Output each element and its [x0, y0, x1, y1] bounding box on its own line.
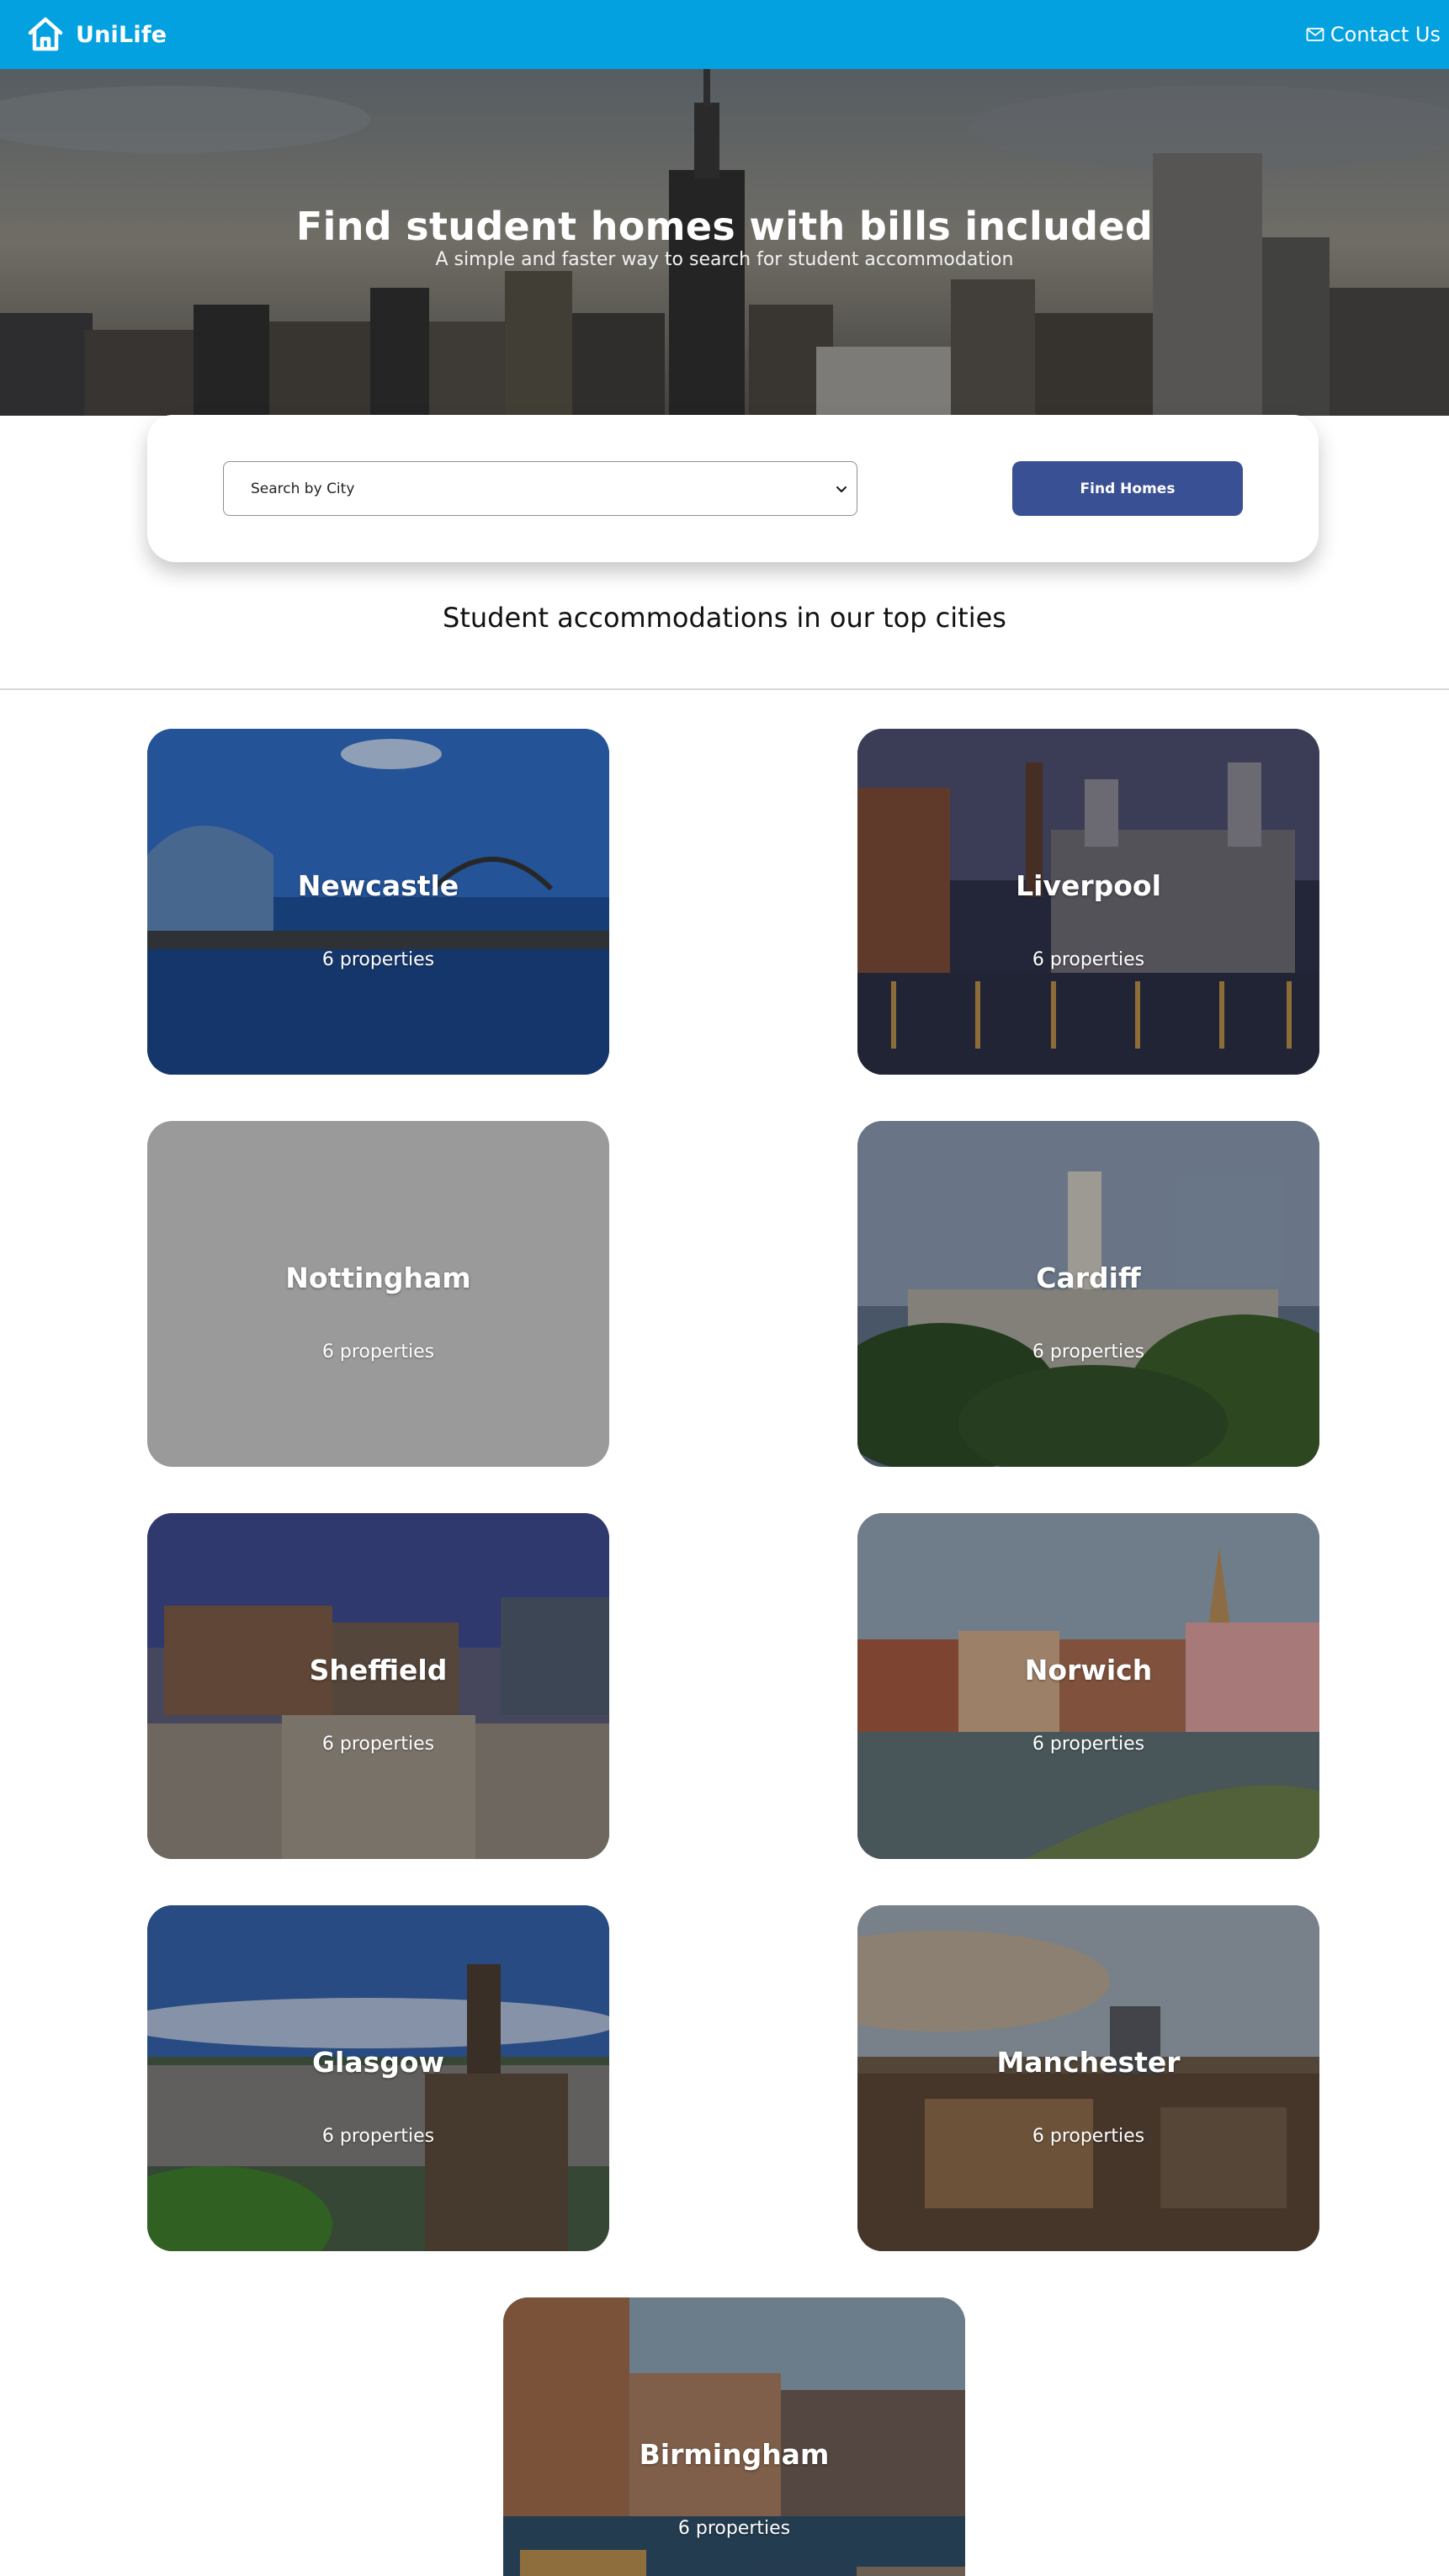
city-name: Sheffield — [309, 1654, 448, 1686]
property-count: 6 properties — [1032, 1734, 1145, 1755]
city-name: Norwich — [1024, 1654, 1153, 1686]
envelope-icon — [1306, 28, 1324, 41]
brand-logo-link[interactable]: UniLife — [25, 14, 167, 55]
city-name: Nottingham — [285, 1261, 471, 1294]
house-icon — [28, 17, 63, 51]
city-name: Birmingham — [639, 2438, 830, 2471]
hero-text: Find student homes with bills included A… — [0, 204, 1449, 270]
property-count: 6 properties — [1032, 949, 1145, 970]
city-name: Manchester — [996, 2046, 1181, 2079]
city-card-nottingham[interactable]: Nottingham 6 properties — [147, 1121, 609, 1467]
property-count: 6 properties — [321, 1341, 435, 1362]
city-card-glasgow[interactable]: Glasgow 6 properties — [147, 1905, 609, 2251]
property-count: 6 properties — [1032, 1341, 1145, 1362]
brand-name: UniLife — [76, 21, 167, 48]
city-card-cardiff[interactable]: Cardiff 6 properties — [857, 1121, 1319, 1467]
hero-subtitle: A simple and faster way to search for st… — [435, 249, 1014, 270]
property-count: 6 properties — [321, 2126, 435, 2147]
city-card-liverpool[interactable]: Liverpool 6 properties — [857, 729, 1319, 1075]
top-navbar: UniLife Contact Us — [0, 0, 1449, 69]
city-select-dropdown[interactable]: Search by City — [223, 461, 857, 516]
hero-banner: Find student homes with bills included A… — [0, 69, 1449, 416]
property-count: 6 properties — [321, 1734, 435, 1755]
city-select-value: Search by City — [251, 480, 355, 497]
city-name: Glasgow — [311, 2046, 445, 2079]
city-card-newcastle[interactable]: Newcastle 6 properties — [147, 729, 609, 1075]
section-divider — [0, 688, 1449, 690]
property-count: 6 properties — [321, 949, 435, 970]
contact-us-link[interactable]: Contact Us — [1305, 23, 1441, 46]
city-name: Liverpool — [1016, 869, 1161, 902]
property-count: 6 properties — [1032, 2126, 1145, 2147]
section-title: Student accommodations in our top cities — [443, 602, 1006, 634]
contact-us-label: Contact Us — [1330, 23, 1441, 46]
city-card-sheffield[interactable]: Sheffield 6 properties — [147, 1513, 609, 1859]
hero-title: Find student homes with bills included — [295, 204, 1154, 249]
city-card-norwich[interactable]: Norwich 6 properties — [857, 1513, 1319, 1859]
city-card-birmingham[interactable]: Birmingham 6 properties — [503, 2297, 965, 2576]
city-name: Cardiff — [1036, 1261, 1141, 1294]
chevron-down-icon — [836, 486, 847, 492]
search-panel: Search by City Find Homes — [147, 415, 1319, 562]
city-name: Newcastle — [297, 869, 459, 902]
find-homes-button[interactable]: Find Homes — [1012, 461, 1243, 516]
city-card-manchester[interactable]: Manchester 6 properties — [857, 1905, 1319, 2251]
property-count: 6 properties — [677, 2518, 791, 2539]
